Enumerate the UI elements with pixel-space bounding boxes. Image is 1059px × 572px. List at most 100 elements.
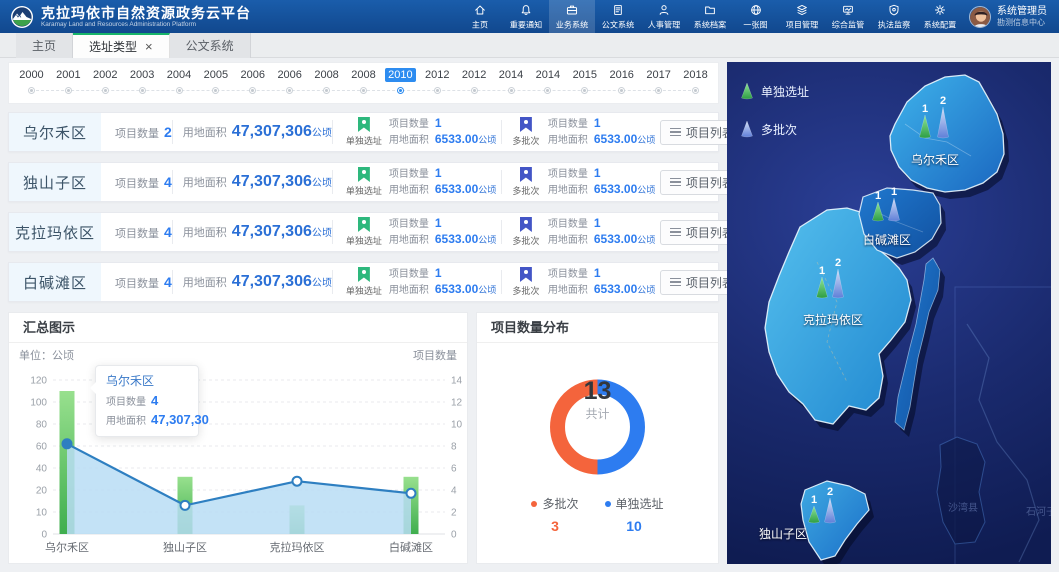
list-icon	[670, 228, 681, 237]
project-count-label: 项目数量	[115, 275, 159, 291]
marker-count-multi: 1	[891, 186, 897, 198]
nav-item-8[interactable]: 综合监管	[825, 0, 871, 33]
donut-legend-0[interactable]: 多批次3	[531, 495, 578, 534]
single-site-label: 单独选址	[346, 184, 382, 197]
map-district-label: 克拉玛依区	[803, 312, 863, 327]
line-point-白碱滩区[interactable]	[407, 489, 416, 498]
multi-batch-label: 多批次	[512, 284, 539, 297]
app-root: 克拉玛依市自然资源政务云平台 Karamay Land and Resource…	[0, 0, 1059, 572]
nav-item-4[interactable]: 人事管理	[641, 0, 687, 33]
nav-item-label: 人事管理	[648, 18, 680, 30]
map-district-label: 乌尔禾区	[911, 152, 959, 167]
multi-count: 1	[594, 216, 601, 231]
year-dot	[176, 87, 183, 94]
year-item-2001[interactable]: 2001	[50, 68, 87, 103]
year-item-2008[interactable]: 2008	[345, 68, 382, 103]
user-info[interactable]: 系统管理员 勘测信息中心	[963, 6, 1059, 28]
tab-1[interactable]: 选址类型×	[73, 33, 170, 58]
year-item-2012[interactable]: 2012	[419, 68, 456, 103]
app-logo-icon	[10, 5, 34, 29]
year-label: 2003	[127, 68, 157, 82]
multi-area: 6533.00	[594, 182, 637, 197]
year-dot	[102, 87, 109, 94]
multi-batch-badge: 多批次	[504, 117, 548, 147]
tab-2[interactable]: 公文系统	[170, 33, 251, 58]
year-item-2008[interactable]: 2008	[308, 68, 345, 103]
year-item-2017[interactable]: 2017	[640, 68, 677, 103]
svg-text:4: 4	[451, 486, 457, 497]
year-item-2010[interactable]: 2010	[382, 68, 419, 103]
year-item-2016[interactable]: 2016	[603, 68, 640, 103]
year-dot	[323, 87, 330, 94]
donut-segment-多批次[interactable]	[558, 387, 598, 467]
svg-text:100: 100	[30, 398, 47, 409]
neighbor-boundaries: 沙湾县石河子	[937, 287, 1051, 564]
multi-count: 1	[594, 166, 601, 181]
list-icon	[670, 278, 681, 287]
nav-item-3[interactable]: 公文系统	[595, 0, 641, 33]
line-point-乌尔禾区[interactable]	[63, 439, 72, 448]
marker-count-single: 1	[922, 103, 928, 115]
year-item-2014[interactable]: 2014	[493, 68, 530, 103]
land-area-value: 47,307,306	[232, 223, 312, 241]
multi-batch-label: 多批次	[512, 184, 539, 197]
nav-item-10[interactable]: 系统配置	[917, 0, 963, 33]
legend-label: 多批次	[542, 495, 578, 512]
year-item-2005[interactable]: 2005	[197, 68, 234, 103]
year-label: 2010	[385, 68, 415, 82]
area-unit: 公顷	[312, 274, 332, 289]
district-name: 乌尔禾区	[9, 113, 101, 151]
line-point-克拉玛依区[interactable]	[293, 477, 302, 486]
year-item-2014[interactable]: 2014	[529, 68, 566, 103]
neighbor-label: 石河子	[1026, 506, 1051, 518]
donut-segment-单独选址[interactable]	[598, 387, 638, 467]
nav-item-1[interactable]: 重要通知	[503, 0, 549, 33]
tab-0[interactable]: 主页	[16, 33, 73, 58]
nav-item-label: 重要通知	[510, 18, 542, 30]
nav-item-9[interactable]: 执法监察	[871, 0, 917, 33]
legend-dot-icon	[531, 501, 537, 507]
nav-item-label: 执法监察	[878, 18, 910, 30]
nav-item-6[interactable]: 一张图	[733, 0, 779, 33]
district-name: 独山子区	[9, 163, 101, 201]
year-label: 2005	[201, 68, 231, 82]
year-item-2000[interactable]: 2000	[13, 68, 50, 103]
donut-title: 项目数量分布	[477, 313, 718, 343]
user-name: 系统管理员	[997, 6, 1047, 18]
multi-area: 6533.00	[594, 282, 637, 297]
single-site-label: 单独选址	[346, 284, 382, 297]
close-icon[interactable]: ×	[145, 40, 153, 53]
nav-item-0[interactable]: 主页	[457, 0, 503, 33]
chart-tooltip: 乌尔禾区 项目数量 4 用地面积 47,307,30	[95, 365, 199, 437]
year-item-2012[interactable]: 2012	[456, 68, 493, 103]
single-area: 6533.00	[435, 182, 478, 197]
district-row-0: 乌尔禾区项目数量2用地面积47,307,306公顷单独选址项目数量1用地面积65…	[8, 112, 719, 152]
nav-item-5[interactable]: 系统档案	[687, 0, 733, 33]
nav-item-label: 系统配置	[924, 18, 956, 30]
nav-item-2[interactable]: 业务系统	[549, 0, 595, 33]
list-icon	[670, 128, 681, 137]
svg-text:80: 80	[36, 420, 48, 431]
line-point-独山子区[interactable]	[181, 501, 190, 510]
tooltip-label: 用地面积	[106, 413, 146, 430]
single-area: 6533.00	[435, 132, 478, 147]
year-item-2006[interactable]: 2006	[271, 68, 308, 103]
tab-label: 主页	[32, 37, 56, 54]
avatar[interactable]	[969, 6, 991, 28]
nav-item-7[interactable]: 项目管理	[779, 0, 825, 33]
year-label: 2014	[533, 68, 563, 82]
bookmark-blue-icon	[520, 217, 532, 232]
monitor-icon	[841, 3, 855, 17]
year-item-2015[interactable]: 2015	[566, 68, 603, 103]
marker-count-single: 1	[819, 265, 825, 277]
summary-chart: 单位：公顷项目数量0010220440660880101001212014乌尔禾…	[9, 345, 465, 563]
year-item-2018[interactable]: 2018	[677, 68, 714, 103]
year-label: 2012	[422, 68, 452, 82]
year-item-2003[interactable]: 2003	[124, 68, 161, 103]
year-dot	[581, 87, 588, 94]
year-item-2004[interactable]: 2004	[161, 68, 198, 103]
donut-legend-1[interactable]: 单独选址10	[605, 495, 664, 534]
year-item-2002[interactable]: 2002	[87, 68, 124, 103]
year-label: 2015	[570, 68, 600, 82]
year-item-2006[interactable]: 2006	[234, 68, 271, 103]
